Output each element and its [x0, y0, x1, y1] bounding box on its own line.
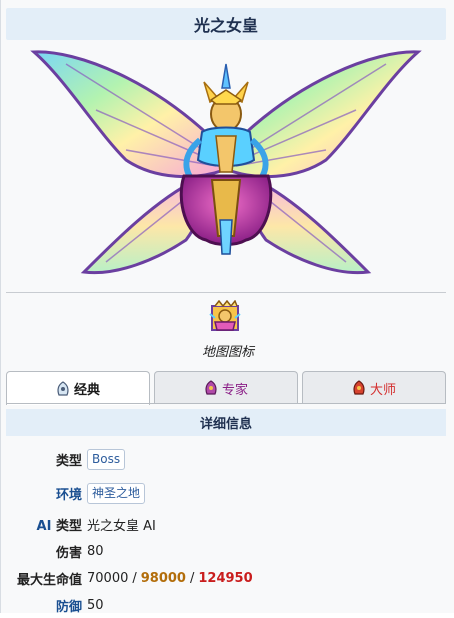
hp-master: 124950: [198, 570, 253, 586]
empress-of-light-sprite: [30, 50, 422, 275]
environment-label[interactable]: 环境: [1, 484, 87, 503]
tab-master[interactable]: 大师: [302, 371, 446, 404]
infobox-title: 光之女皇: [6, 8, 446, 40]
difficulty-tabs: 经典 专家 大师: [6, 371, 446, 405]
tabs-baseline: [6, 403, 446, 404]
ai-label-link[interactable]: AI: [37, 519, 52, 534]
boss-sprite-image: [6, 40, 446, 292]
environment-value-link[interactable]: 神圣之地: [87, 482, 146, 504]
tab-classic-label: 经典: [73, 383, 100, 398]
hp-classic: 70000: [87, 570, 129, 586]
defense-label[interactable]: 防御: [1, 596, 87, 615]
map-icon-caption: 地图图标: [201, 345, 254, 360]
info-row-max-hp: 最大生命值 70000 / 98000 / 124950: [1, 565, 454, 591]
section-title: 详细信息: [6, 409, 446, 436]
info-row-ai-type: AI 类型 光之女皇 AI: [1, 511, 454, 537]
damage-label: 伤害: [55, 545, 82, 561]
tab-expert-label: 专家: [221, 382, 248, 398]
hp-expert: 98000: [140, 570, 186, 586]
info-row-type: 类型 Boss: [1, 446, 454, 472]
tab-master-label: 大师: [369, 382, 396, 398]
tab-classic[interactable]: 经典: [6, 371, 150, 405]
ai-type-label: AI 类型: [1, 515, 87, 534]
tab-expert[interactable]: 专家: [154, 371, 298, 404]
expert-mode-icon: [205, 380, 217, 395]
info-row-environment: 环境 神圣之地: [1, 480, 454, 506]
defense-value: 50: [87, 597, 104, 613]
info-row-defense: 防御 50: [1, 592, 454, 618]
damage-value: 80: [87, 543, 104, 559]
divider: [6, 292, 446, 293]
hp-separator: /: [189, 570, 195, 586]
hp-separator: /: [132, 570, 137, 586]
ai-label-suffix: 类型: [55, 518, 82, 534]
info-row-damage: 伤害 80: [1, 538, 454, 564]
ai-type-value: 光之女皇 AI: [87, 518, 156, 534]
master-mode-icon: [353, 380, 365, 395]
map-icon: [207, 299, 243, 336]
infobox: 光之女皇 地图图标 经典 专家 大师 详细信息 类型 Boss 环境 神圣之地 …: [0, 0, 454, 615]
max-hp-label: 最大生命值: [16, 572, 82, 588]
type-label: 类型: [55, 453, 82, 469]
empress-map-icon: [209, 299, 241, 331]
type-value-link[interactable]: Boss: [87, 448, 126, 470]
classic-mode-icon: [57, 380, 69, 396]
